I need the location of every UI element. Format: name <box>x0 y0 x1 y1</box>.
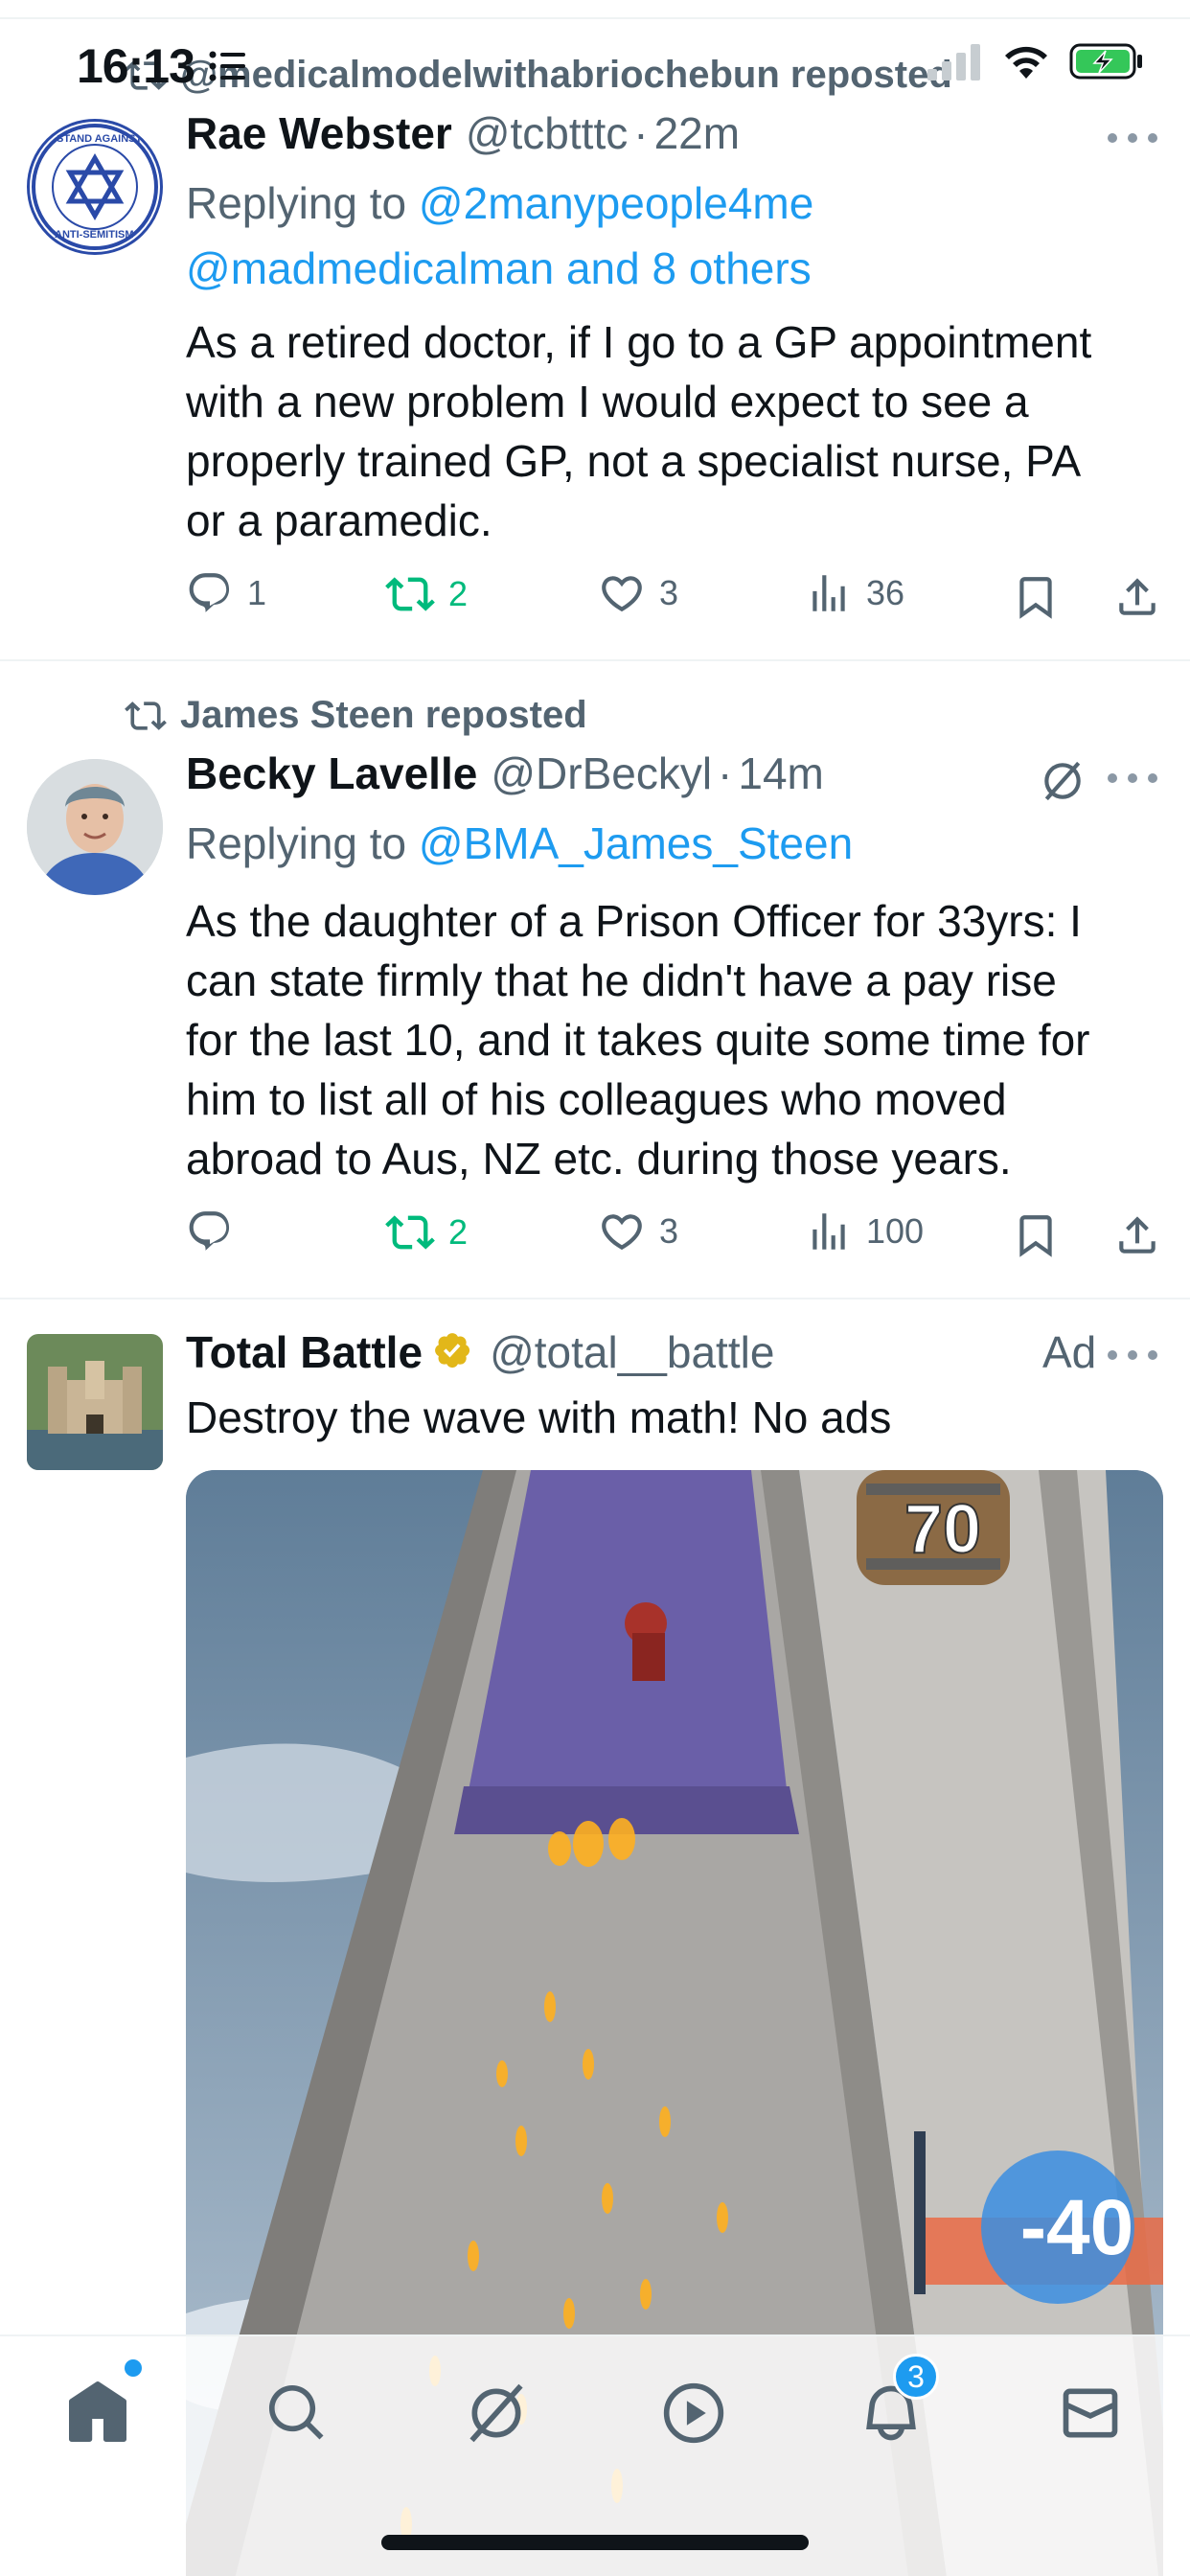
avatar[interactable] <box>27 1334 163 1470</box>
tweet-actions: 2 3 100 <box>186 1208 1163 1265</box>
repost-button[interactable]: 2 <box>385 1208 468 1257</box>
tab-notifications[interactable]: 3 <box>853 2354 939 2451</box>
search-icon <box>268 2384 324 2440</box>
tab-search[interactable] <box>259 2375 335 2451</box>
avatar-text: STAND AGAINST <box>57 133 143 145</box>
views-icon <box>812 575 845 611</box>
user-handle[interactable]: @DrBeckyl <box>491 748 712 799</box>
home-indicator <box>381 2535 809 2550</box>
repost-indicator[interactable]: James Steen reposted <box>125 694 587 737</box>
display-name[interactable]: Total Battle <box>186 1326 423 1378</box>
share-icon[interactable] <box>1113 573 1161 621</box>
reply-button[interactable]: 1 <box>186 569 266 617</box>
divider <box>0 1298 1190 1300</box>
tab-grok[interactable] <box>458 2375 535 2451</box>
repost-icon <box>125 701 167 730</box>
wifi-icon <box>1005 46 1047 79</box>
views-button[interactable]: 100 <box>805 1208 924 1255</box>
barrel-number: 70 <box>904 1491 981 1568</box>
repost-label: James Steen reposted <box>180 694 587 736</box>
reply-button[interactable] <box>186 1208 247 1255</box>
mention-link[interactable]: @madmedicalman and 8 others <box>186 243 812 293</box>
status-time: 16:13 <box>77 39 195 93</box>
tweet-text: As the daughter of a Prison Officer for … <box>186 896 1090 1184</box>
more-options-icon[interactable] <box>1108 769 1157 788</box>
repost-button[interactable]: 2 <box>385 569 468 619</box>
notifications-badge: 3 <box>893 2354 939 2400</box>
replying-to: Replying to @2manypeople4me <box>186 178 814 228</box>
display-name[interactable]: Becky Lavelle <box>186 748 477 799</box>
grok-icon[interactable] <box>1039 757 1087 805</box>
views-button[interactable]: 36 <box>805 569 904 617</box>
avatar[interactable]: STAND AGAINST ANTI-SEMITISM <box>27 119 163 255</box>
replying-to: Replying to @BMA_James_Steen <box>186 818 854 868</box>
profile-photo <box>27 759 163 895</box>
grok-icon <box>469 2383 523 2443</box>
mention-link[interactable]: @BMA_James_Steen <box>419 818 853 868</box>
share-icon[interactable] <box>1113 1211 1161 1259</box>
verified-badge-icon <box>435 1333 470 1368</box>
bookmark-icon[interactable] <box>1012 1211 1060 1259</box>
timestamp[interactable]: 14m <box>738 748 823 799</box>
like-button[interactable]: 3 <box>598 569 678 617</box>
tweet-text: As a retired doctor, if I go to a GP app… <box>186 317 1092 545</box>
like-button[interactable]: 3 <box>598 1208 678 1255</box>
reply-icon <box>189 573 230 612</box>
castle-image <box>27 1334 163 1470</box>
avatar[interactable] <box>27 759 163 895</box>
gate-value: -40 <box>1020 2184 1134 2271</box>
mention-link[interactable]: @2manypeople4me <box>419 178 813 228</box>
heart-icon <box>602 1214 642 1251</box>
tab-messages[interactable] <box>1052 2375 1129 2451</box>
tweet-header: Becky Lavelle @DrBeckyl · 14m <box>186 748 824 799</box>
mail-icon <box>1063 2388 1118 2438</box>
tweet-header: Total Battle @total__battle <box>186 1326 774 1378</box>
ad-label: Ad <box>1042 1327 1097 1377</box>
views-icon <box>812 1213 845 1250</box>
cellular-signal-icon <box>927 44 980 80</box>
repost-icon <box>385 1215 435 1250</box>
user-handle[interactable]: @total__battle <box>490 1326 774 1378</box>
tweet-actions: 1 2 3 36 <box>186 569 1163 627</box>
tweet-text: Destroy the wave with math! No ads <box>186 1392 892 1442</box>
home-icon <box>69 2380 126 2442</box>
bookmark-icon[interactable] <box>1012 573 1060 621</box>
tab-video[interactable] <box>655 2375 732 2451</box>
divider <box>0 659 1190 661</box>
play-icon <box>663 2382 724 2444</box>
tab-home[interactable] <box>59 2359 142 2451</box>
repost-icon <box>385 577 435 611</box>
status-bar: 16:13 <box>0 0 1190 134</box>
list-icon <box>209 51 245 81</box>
heart-icon <box>602 576 642 612</box>
replying-to-more: @madmedicalman and 8 others <box>186 236 812 301</box>
reply-icon <box>189 1211 230 1251</box>
notification-dot <box>125 2359 142 2377</box>
battery-charging-icon <box>1069 43 1142 80</box>
more-options-icon[interactable] <box>1108 1346 1157 1365</box>
avatar-text: ANTI-SEMITISM <box>55 229 134 241</box>
